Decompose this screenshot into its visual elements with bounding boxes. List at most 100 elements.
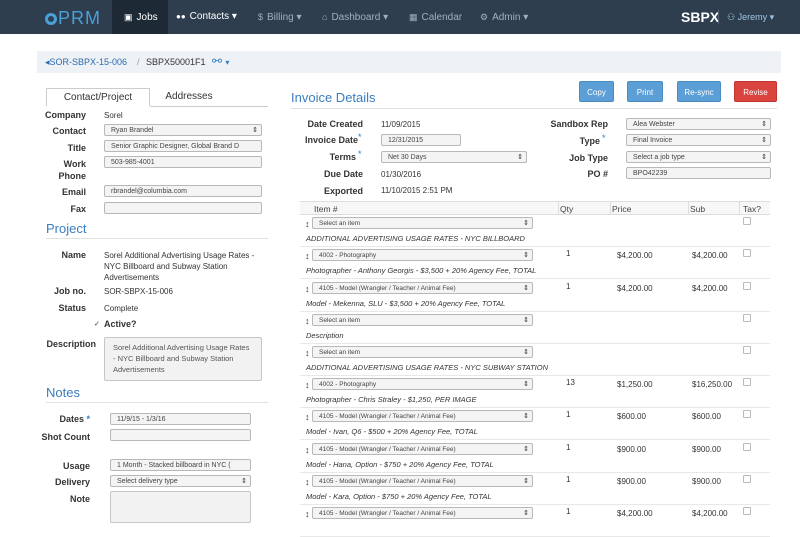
dates-input[interactable]: 11/9/15 - 1/3/16 xyxy=(110,413,251,425)
drag-handle-icon[interactable]: ↕ xyxy=(305,348,310,358)
resync-button[interactable]: Re-sync xyxy=(677,81,721,102)
line-description[interactable]: Model - Mekenna, SLU - $3,500 + 20% Agen… xyxy=(306,299,505,308)
item-select[interactable]: 4105 - Model (Wrangler / Teacher / Anima… xyxy=(312,475,533,487)
email-label: Email xyxy=(61,187,86,197)
invoice-details-heading: Invoice Details xyxy=(291,90,376,105)
chevron-down-icon: ▾ xyxy=(383,12,389,23)
drag-handle-icon[interactable]: ↕ xyxy=(305,316,310,326)
tax-checkbox[interactable] xyxy=(743,443,751,451)
tax-checkbox[interactable] xyxy=(743,475,751,483)
item-select[interactable]: Select an item xyxy=(312,314,533,326)
tab-underline xyxy=(150,106,268,107)
drag-handle-icon[interactable]: ↕ xyxy=(305,477,310,487)
column-divider xyxy=(558,201,559,215)
date-created-label: Date Created xyxy=(307,119,363,129)
email-input[interactable]: rbrandel@columbia.com xyxy=(104,185,262,197)
tax-checkbox[interactable] xyxy=(743,346,751,354)
line-description[interactable]: ADDITIONAL ADVERTISING USAGE RATES - NYC… xyxy=(306,234,525,243)
nav-calendar[interactable]: ▦ Calendar xyxy=(409,0,462,34)
tax-checkbox[interactable] xyxy=(743,314,751,322)
app-logo[interactable]: PRM xyxy=(45,8,101,29)
contact-select[interactable]: Ryan Brandel xyxy=(104,124,262,136)
item-select[interactable]: 4105 - Model (Wrangler / Teacher / Anima… xyxy=(312,507,533,519)
tax-checkbox[interactable] xyxy=(743,282,751,290)
line-description[interactable]: ADDITIONAL ADVERTISING USAGE RATES - NYC… xyxy=(306,363,548,372)
fax-input[interactable] xyxy=(104,202,262,214)
drag-handle-icon[interactable]: ↕ xyxy=(305,380,310,390)
tax-checkbox[interactable] xyxy=(743,378,751,386)
po-input[interactable]: BPO42239 xyxy=(626,167,771,179)
jobs-icon: ▣ xyxy=(124,12,133,22)
drag-handle-icon[interactable]: ↕ xyxy=(305,509,310,519)
exported-value: 11/10/2015 2:51 PM xyxy=(381,186,453,195)
tab-addresses[interactable]: Addresses xyxy=(150,88,228,106)
line-description[interactable]: Photographer - Anthony Georgis - $3,500 … xyxy=(306,266,536,275)
user-menu[interactable]: ⚇ Jeremy ▾ xyxy=(727,0,774,34)
line-description[interactable]: Description xyxy=(306,331,344,340)
fax-label: Fax xyxy=(70,204,86,214)
item-select[interactable]: 4105 - Model (Wrangler / Teacher / Anima… xyxy=(312,443,533,455)
tax-checkbox[interactable] xyxy=(743,410,751,418)
qty-value: 1 xyxy=(566,410,571,419)
revise-button[interactable]: Revise xyxy=(734,81,777,102)
description-textarea[interactable]: Sorel Additional Advertising Usage Rates… xyxy=(104,337,262,381)
row-divider xyxy=(300,246,770,247)
nav-jobs[interactable]: ▣ Jobs xyxy=(112,0,168,34)
line-description[interactable]: Model - Ivan, Q6 - $500 + 20% Agency Fee… xyxy=(306,427,478,436)
print-button[interactable]: Print xyxy=(627,81,663,102)
active-check-icon[interactable]: ✓ xyxy=(94,319,100,330)
invoice-date-input[interactable]: 12/31/2015 xyxy=(381,134,461,146)
drag-handle-icon[interactable]: ↕ xyxy=(305,251,310,261)
line-description[interactable]: Model - Hana, Option - $750 + 20% Agency… xyxy=(306,460,494,469)
sub-value: $900.00 xyxy=(692,477,721,486)
status-value: Complete xyxy=(104,304,139,313)
breadcrumb-back-link[interactable]: ◂SOR-SBPX-15-006 xyxy=(45,57,127,68)
line-description[interactable]: Photographer - Chris Straley - $1,250, P… xyxy=(306,395,477,404)
price-value: $1,250.00 xyxy=(617,380,653,389)
user-icon: ⚇ xyxy=(727,12,738,22)
terms-select[interactable]: Net 30 Days xyxy=(381,151,527,163)
nav-admin[interactable]: ⚙ Admin ▾ xyxy=(480,0,528,34)
item-select[interactable]: 4002 - Photography xyxy=(312,378,533,390)
drag-handle-icon[interactable]: ↕ xyxy=(305,219,310,229)
nav-contacts[interactable]: ●● Contacts ▾ xyxy=(176,0,237,34)
link-options-button[interactable]: ⚯ ▾ xyxy=(212,54,229,68)
delivery-select[interactable]: Select delivery type xyxy=(110,475,251,487)
item-select[interactable]: 4105 - Model (Wrangler / Teacher / Anima… xyxy=(312,282,533,294)
work-phone-input[interactable]: 503-985-4001 xyxy=(104,156,262,168)
description-label: Description xyxy=(46,339,96,349)
drag-handle-icon[interactable]: ↕ xyxy=(305,412,310,422)
column-divider xyxy=(688,201,689,215)
item-select[interactable]: 4105 - Model (Wrangler / Teacher / Anima… xyxy=(312,410,533,422)
sub-value: $900.00 xyxy=(692,445,721,454)
item-select[interactable]: 4002 - Photography xyxy=(312,249,533,261)
sandbox-rep-select[interactable]: Alea Webster xyxy=(626,118,771,130)
nav-billing[interactable]: $ Billing ▾ xyxy=(258,0,302,34)
nav-dashboard[interactable]: ⌂ Dashboard ▾ xyxy=(322,0,388,34)
drag-handle-icon[interactable]: ↕ xyxy=(305,284,310,294)
title-input[interactable]: Senior Graphic Designer, Global Brand D xyxy=(104,140,262,152)
terms-label: Terms xyxy=(329,152,356,162)
tab-contact-project[interactable]: Contact/Project xyxy=(46,88,150,106)
usage-input[interactable]: 1 Month - Stacked billboard in NYC ( xyxy=(110,459,251,471)
shot-count-input[interactable] xyxy=(110,429,251,441)
qty-value: 1 xyxy=(566,507,571,516)
note-textarea[interactable] xyxy=(110,491,251,523)
exported-label: Exported xyxy=(323,186,363,196)
copy-button[interactable]: Copy xyxy=(579,81,614,102)
type-select[interactable]: Final Invoice xyxy=(626,134,771,146)
tax-checkbox[interactable] xyxy=(743,217,751,225)
sub-value: $16,250.00 xyxy=(692,380,733,389)
price-value: $900.00 xyxy=(617,445,646,454)
item-select[interactable]: Select an item xyxy=(312,217,533,229)
job-type-select[interactable]: Select a job type xyxy=(626,151,771,163)
date-created-value: 11/09/2015 xyxy=(381,120,421,129)
chevron-down-icon: ▾ xyxy=(296,12,302,23)
drag-handle-icon[interactable]: ↕ xyxy=(305,445,310,455)
sub-value: $4,200.00 xyxy=(692,251,728,260)
line-description[interactable]: Model - Kara, Option - $750 + 20% Agency… xyxy=(306,492,492,501)
tax-checkbox[interactable] xyxy=(743,507,751,515)
tax-checkbox[interactable] xyxy=(743,249,751,257)
jobno-label: Job no. xyxy=(54,286,86,296)
item-select[interactable]: Select an item xyxy=(312,346,533,358)
